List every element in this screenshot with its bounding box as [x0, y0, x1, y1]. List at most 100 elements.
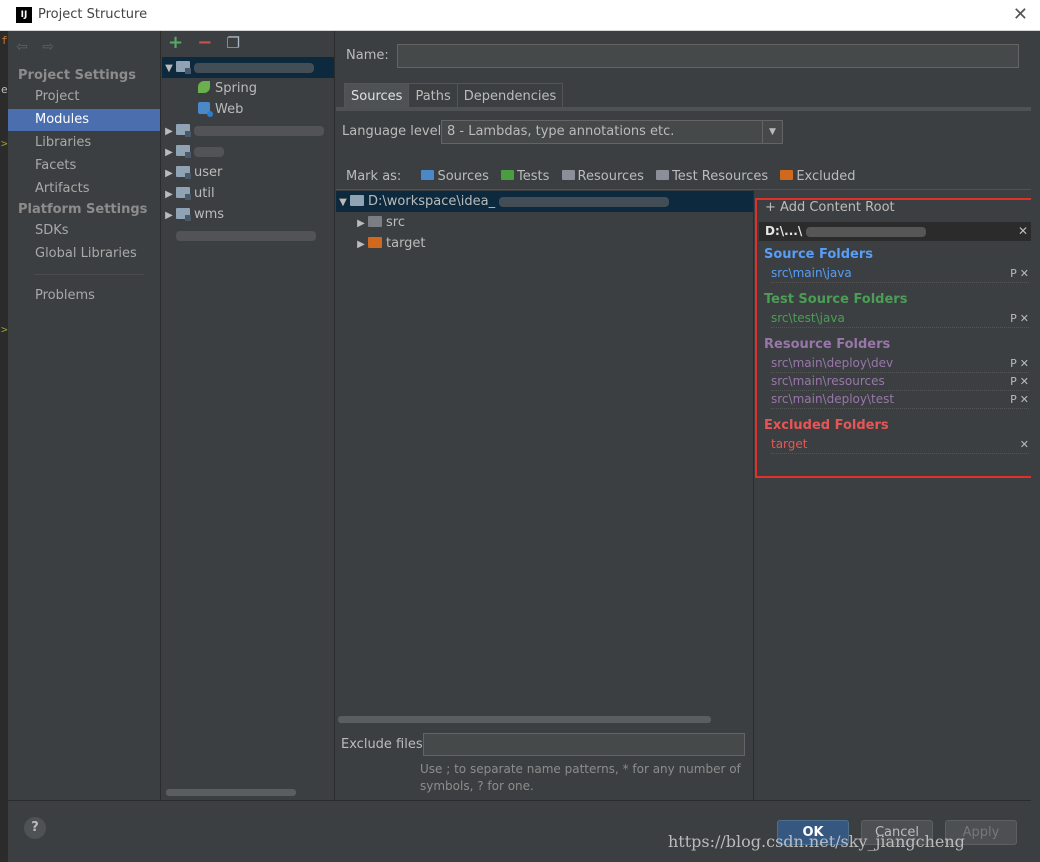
- module-folder-icon: [176, 208, 191, 221]
- sidebar-item-project[interactable]: Project: [8, 86, 160, 108]
- tests-folder-icon: [501, 170, 515, 180]
- edit-properties-icon[interactable]: P: [1010, 267, 1017, 280]
- module-tree-row[interactable]: [162, 225, 334, 246]
- edit-properties-icon[interactable]: P: [1010, 312, 1017, 325]
- content-root-header: D:\...\ ✕: [759, 222, 1033, 241]
- source-folder-path: src\main\java: [771, 266, 852, 280]
- add-content-root-label: Add Content Root: [780, 200, 895, 215]
- exclude-files-input[interactable]: [423, 733, 745, 756]
- module-tree-row-user[interactable]: ▶ user: [162, 162, 334, 183]
- excluded-folder-icon: [368, 237, 382, 248]
- collapse-arrow-icon[interactable]: ▼: [336, 192, 350, 213]
- redacted-module-name: [194, 146, 224, 157]
- folder-label-target: target: [386, 236, 426, 251]
- facet-row-web[interactable]: Web: [162, 99, 334, 120]
- tab-dependencies[interactable]: Dependencies: [456, 83, 564, 108]
- mark-sources-label: Sources: [437, 169, 489, 184]
- module-toolbar: + − ❐: [168, 33, 250, 55]
- remove-content-root-icon[interactable]: ✕: [1018, 222, 1028, 241]
- tab-sources[interactable]: Sources: [344, 83, 410, 108]
- expand-arrow-icon[interactable]: ▶: [162, 184, 176, 205]
- sidebar-item-problems[interactable]: Problems: [8, 285, 160, 307]
- content-tree-scrollbar[interactable]: [338, 716, 711, 723]
- module-tree-row[interactable]: ▶: [162, 141, 334, 162]
- mark-excluded-button[interactable]: Excluded: [780, 169, 856, 184]
- edit-properties-icon[interactable]: P: [1010, 375, 1017, 388]
- expand-arrow-icon[interactable]: ▶: [162, 205, 176, 226]
- test-folder-entry: src\test\java P ✕: [771, 310, 1029, 328]
- remove-folder-icon[interactable]: ✕: [1020, 375, 1029, 388]
- sidebar-item-modules[interactable]: Modules: [8, 109, 160, 131]
- language-level-label: Language level:: [342, 124, 446, 139]
- close-window-button[interactable]: ✕: [1013, 4, 1028, 25]
- add-module-button[interactable]: +: [168, 33, 183, 53]
- sources-folder-icon: [421, 170, 435, 180]
- edit-properties-icon[interactable]: P: [1010, 357, 1017, 370]
- remove-folder-icon[interactable]: ✕: [1020, 357, 1029, 370]
- content-root-row[interactable]: ▼ D:\workspace\idea_: [336, 191, 753, 212]
- collapse-arrow-icon[interactable]: ▼: [162, 58, 176, 79]
- mark-tests-button[interactable]: Tests: [501, 169, 549, 184]
- dropdown-arrow-icon[interactable]: ▼: [762, 121, 782, 143]
- forward-arrow-icon[interactable]: ⇨: [42, 39, 54, 55]
- add-content-root-button[interactable]: + Add Content Root: [765, 200, 895, 215]
- language-level-select[interactable]: 8 - Lambdas, type annotations etc. ▼: [441, 120, 783, 144]
- remove-folder-icon[interactable]: ✕: [1020, 438, 1029, 451]
- content-tree: ▼ D:\workspace\idea_ ▶ src ▶ target: [336, 190, 753, 720]
- name-label: Name:: [346, 48, 389, 63]
- sidebar-item-facets[interactable]: Facets: [8, 155, 160, 177]
- sidebar-item-libraries[interactable]: Libraries: [8, 132, 160, 154]
- folder-row-target[interactable]: ▶ target: [336, 233, 753, 254]
- module-folder-icon: [176, 61, 191, 74]
- excluded-folder-entry: target ✕: [771, 436, 1029, 454]
- mark-test-resources-button[interactable]: Test Resources: [656, 169, 768, 184]
- settings-sidebar: ⇦ ⇨ Project Settings Project Modules Lib…: [8, 31, 161, 800]
- facet-label-web: Web: [215, 102, 244, 117]
- remove-folder-icon[interactable]: ✕: [1020, 393, 1029, 406]
- remove-folder-icon[interactable]: ✕: [1020, 267, 1029, 280]
- background-glyph: e: [1, 83, 8, 96]
- tab-paths[interactable]: Paths: [408, 83, 458, 108]
- edit-properties-icon[interactable]: P: [1010, 393, 1017, 406]
- folder-row-src[interactable]: ▶ src: [336, 212, 753, 233]
- facet-row-spring[interactable]: Spring: [162, 78, 334, 99]
- remove-folder-icon[interactable]: ✕: [1020, 312, 1029, 325]
- mark-sources-button[interactable]: Sources: [421, 169, 489, 184]
- mark-as-label: Mark as:: [346, 169, 402, 184]
- copy-module-button[interactable]: ❐: [226, 33, 239, 53]
- panel-splitter[interactable]: [753, 190, 754, 800]
- module-tree-row[interactable]: ▼: [162, 57, 334, 78]
- module-tree-row-wms[interactable]: ▶ wms: [162, 204, 334, 225]
- test-resources-folder-icon: [656, 170, 670, 180]
- sidebar-item-artifacts[interactable]: Artifacts: [8, 178, 160, 200]
- expand-arrow-icon[interactable]: ▶: [354, 234, 368, 255]
- mark-tests-label: Tests: [517, 169, 550, 184]
- test-source-folders-title: Test Source Folders: [764, 292, 908, 307]
- resource-folder-entry: src\main\resources P ✕: [771, 373, 1029, 391]
- intellij-logo-icon: IJ: [16, 7, 32, 23]
- expand-arrow-icon[interactable]: ▶: [162, 142, 176, 163]
- module-tabs: Sources Paths Dependencies: [344, 83, 564, 108]
- back-arrow-icon[interactable]: ⇦: [16, 39, 28, 55]
- sidebar-item-global-libraries[interactable]: Global Libraries: [8, 243, 160, 265]
- mark-resources-button[interactable]: Resources: [561, 169, 644, 184]
- module-name-input[interactable]: [397, 44, 1019, 68]
- expand-arrow-icon[interactable]: ▶: [354, 213, 368, 234]
- module-list-scrollbar[interactable]: [166, 789, 296, 796]
- module-tree-row[interactable]: ▶: [162, 120, 334, 141]
- expand-arrow-icon[interactable]: ▶: [162, 163, 176, 184]
- remove-module-button[interactable]: −: [197, 33, 212, 53]
- expand-arrow-icon[interactable]: ▶: [162, 121, 176, 142]
- title-bar: IJ Project Structure ✕: [0, 0, 1040, 31]
- platform-settings-heading: Platform Settings: [18, 202, 148, 217]
- help-button[interactable]: ?: [24, 817, 46, 839]
- sidebar-item-sdks[interactable]: SDKs: [8, 220, 160, 242]
- window-title: Project Structure: [38, 7, 148, 22]
- resource-folders-title: Resource Folders: [764, 337, 891, 352]
- folder-icon: [368, 216, 382, 227]
- resource-folder-path: src\main\deploy\test: [771, 392, 895, 406]
- excluded-folders-title: Excluded Folders: [764, 418, 889, 433]
- sidebar-divider: [34, 274, 144, 275]
- module-tree-row-util[interactable]: ▶ util: [162, 183, 334, 204]
- facet-label-spring: Spring: [215, 81, 257, 96]
